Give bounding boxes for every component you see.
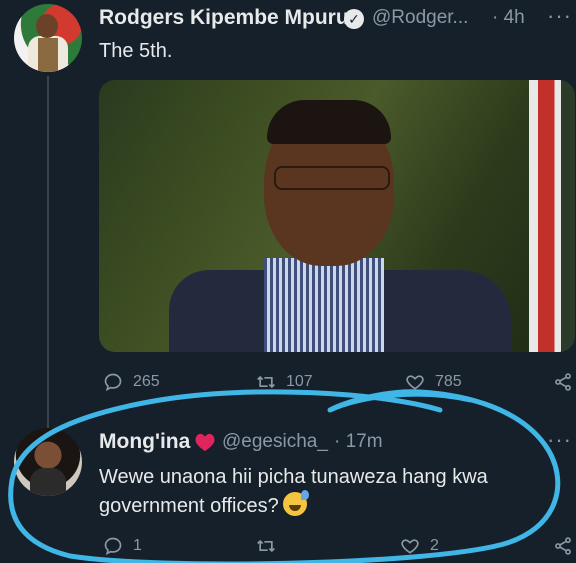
author-handle[interactable]: @egesicha_: [222, 431, 328, 453]
reply-count: 1: [133, 537, 142, 554]
retweet-icon: [257, 539, 275, 553]
author-name-row[interactable]: Mong'ina: [99, 430, 216, 454]
sweat-smile-emoji-icon: [282, 490, 309, 516]
avatar[interactable]: [14, 428, 82, 496]
reply-icon: [104, 537, 122, 556]
like-count: 2: [430, 537, 439, 554]
retweet-button[interactable]: 107: [256, 372, 313, 392]
share-button[interactable]: [553, 372, 573, 392]
tweet-text-line-2: government offices?: [99, 495, 279, 517]
tweet-text: The 5th.: [99, 40, 173, 62]
share-button[interactable]: [553, 536, 573, 556]
tweet-timestamp[interactable]: · 4h: [492, 7, 525, 29]
heart-icon: [406, 375, 424, 390]
author-name[interactable]: Mong'ina: [99, 430, 190, 454]
tweet-timestamp[interactable]: · 17m: [334, 431, 383, 453]
thread-connector-line: [47, 76, 49, 428]
like-button[interactable]: 2: [400, 536, 439, 556]
more-options-icon[interactable]: ···: [547, 3, 572, 29]
retweet-count: 107: [286, 373, 313, 390]
red-heart-icon: [195, 433, 215, 452]
reply-icon: [104, 373, 122, 392]
reply-count: 265: [133, 373, 160, 390]
reply-button[interactable]: 265: [103, 372, 160, 392]
tweet-photo[interactable]: [99, 80, 575, 352]
share-icon: [555, 537, 571, 555]
more-options-icon[interactable]: ···: [547, 427, 572, 453]
retweet-icon: [257, 375, 275, 389]
tweet-text-line-2-row: government offices?: [99, 490, 309, 521]
avatar[interactable]: [14, 4, 82, 72]
like-button[interactable]: 785: [405, 372, 462, 392]
heart-icon: [401, 539, 419, 554]
verified-badge-icon: ✓: [344, 9, 364, 29]
author-handle[interactable]: @Rodger...: [372, 7, 468, 29]
reply-button[interactable]: 1: [103, 536, 142, 556]
author-name[interactable]: Rodgers Kipembe Mpuru: [99, 6, 349, 30]
share-icon: [555, 373, 571, 391]
tweet-text-line-1: Wewe unaona hii picha tunaweza hang kwa: [99, 466, 488, 488]
like-count: 785: [435, 373, 462, 390]
retweet-button[interactable]: [256, 536, 286, 556]
